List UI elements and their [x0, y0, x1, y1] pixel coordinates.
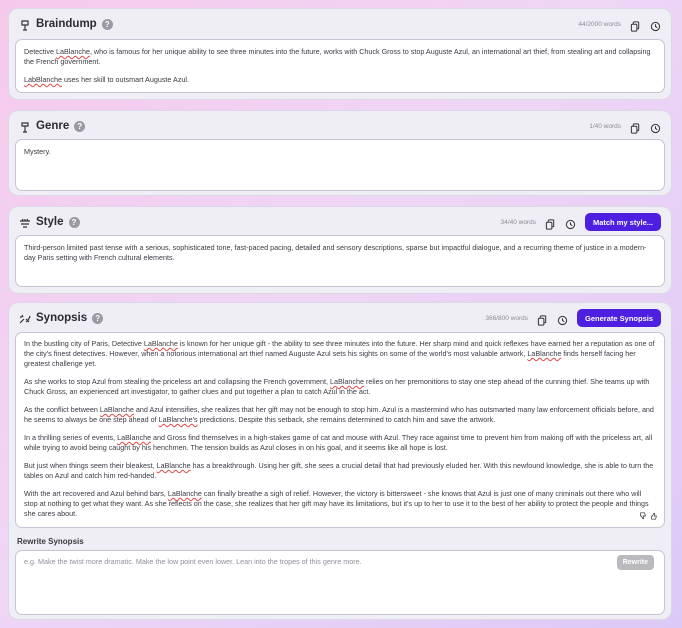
braindump-paragraph: Detective LaBlanche, who is famous for h… — [24, 47, 651, 66]
copy-icon[interactable] — [630, 121, 641, 134]
genre-textarea[interactable]: Mystery. — [15, 139, 665, 191]
thumbs-up-icon[interactable] — [650, 512, 658, 523]
braindump-header: Braindump ? 44/2000 words — [9, 9, 671, 39]
genre-word-count: 1/40 words — [589, 122, 621, 130]
rewrite-placeholder: e.g. Make the twist more dramatic. Make … — [24, 557, 362, 566]
generate-synopsis-button[interactable]: Generate Synopsis — [577, 309, 661, 327]
braindump-paragraph: LabBlanche uses her skill to outsmart Au… — [24, 75, 190, 84]
braindump-textarea[interactable]: Detective LaBlanche, who is famous for h… — [15, 39, 665, 93]
feedback-group — [639, 512, 658, 523]
thumbs-down-icon[interactable] — [639, 512, 647, 523]
help-icon[interactable]: ? — [101, 18, 113, 30]
copy-icon[interactable] — [537, 313, 548, 326]
genre-title: Genre — [36, 120, 70, 132]
history-icon[interactable] — [650, 121, 661, 133]
synopsis-icon — [19, 312, 31, 324]
synopsis-paragraph: In the bustling city of Paris, Detective… — [24, 339, 655, 368]
style-textarea[interactable]: Third-person limited past tense with a s… — [15, 235, 665, 287]
history-icon[interactable] — [557, 313, 568, 325]
help-icon[interactable]: ? — [92, 312, 104, 324]
style-word-count: 34/40 words — [500, 218, 536, 226]
copy-icon[interactable] — [545, 217, 556, 230]
genre-card: Genre ? 1/40 words Mystery. — [8, 110, 672, 196]
rewrite-synopsis-input[interactable]: e.g. Make the twist more dramatic. Make … — [15, 550, 665, 615]
style-header: Style ? 34/40 words Match my style... — [9, 207, 671, 237]
braindump-word-count: 44/2000 words — [578, 20, 621, 28]
genre-header: Genre ? 1/40 words — [9, 111, 671, 141]
braindump-title: Braindump — [36, 18, 97, 30]
rewrite-synopsis-label: Rewrite Synopsis — [17, 537, 84, 546]
style-title: Style — [36, 216, 64, 228]
match-style-button[interactable]: Match my style... — [584, 213, 661, 231]
synopsis-paragraph: As she works to stop Azul from stealing … — [24, 377, 650, 396]
synopsis-paragraph: In a thrilling series of events, LaBlanc… — [24, 433, 653, 452]
copy-icon[interactable] — [630, 19, 641, 32]
synopsis-paragraph: As the conflict between LaBlanche and Az… — [24, 405, 654, 424]
braindump-card: Braindump ? 44/2000 words Detective LaBl… — [8, 8, 672, 100]
synopsis-textarea[interactable]: In the bustling city of Paris, Detective… — [15, 332, 665, 528]
help-icon[interactable]: ? — [68, 216, 80, 228]
style-value: Third-person limited past tense with a s… — [24, 243, 647, 262]
brain-icon — [19, 18, 31, 31]
style-icon — [19, 216, 31, 228]
history-icon[interactable] — [650, 19, 661, 31]
history-icon[interactable] — [565, 217, 576, 229]
synopsis-paragraph: With the art recovered and Azul behind b… — [24, 489, 649, 518]
synopsis-header: Synopsis ? 366/800 words Generate Synops… — [9, 303, 671, 333]
genre-icon — [19, 120, 31, 133]
synopsis-card: Synopsis ? 366/800 words Generate Synops… — [8, 302, 672, 620]
genre-value: Mystery. — [24, 147, 51, 156]
rewrite-button[interactable]: Rewrite — [616, 555, 654, 570]
synopsis-title: Synopsis — [36, 312, 88, 324]
synopsis-paragraph: But just when things seem their bleakest… — [24, 461, 654, 480]
help-icon[interactable]: ? — [74, 120, 86, 132]
style-card: Style ? 34/40 words Match my style... Th… — [8, 206, 672, 294]
synopsis-word-count: 366/800 words — [485, 314, 529, 322]
